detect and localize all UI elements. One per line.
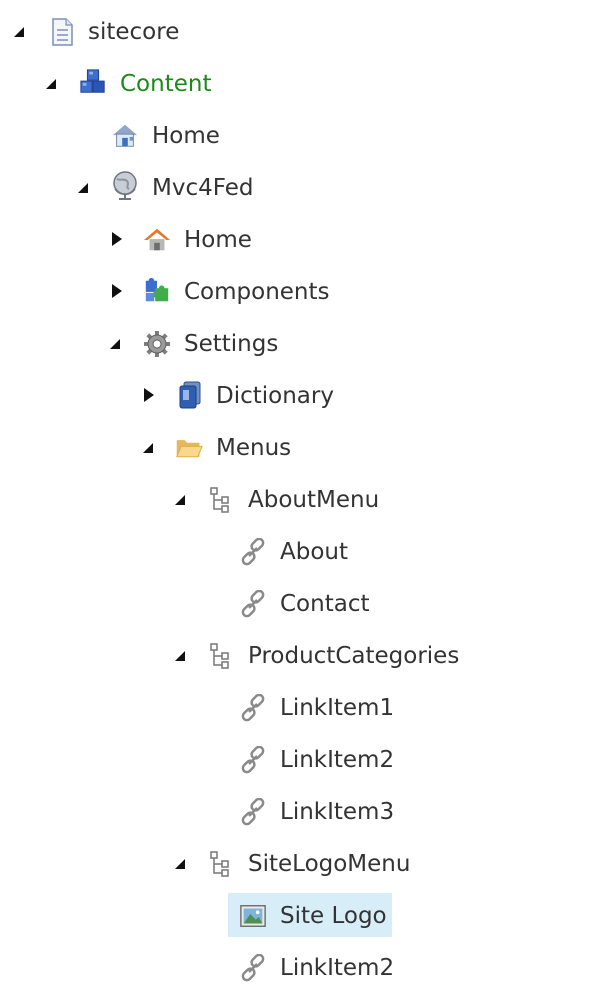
link-icon: [239, 590, 267, 618]
tree-node-label: Settings: [184, 331, 279, 357]
link-icon: [239, 954, 267, 982]
link-icon: [239, 538, 267, 566]
link-icon: [239, 694, 267, 722]
tree-node-label: Dictionary: [216, 383, 334, 409]
expanded-arrow-icon[interactable]: [12, 25, 26, 39]
tree-node-label: LinkItem1: [280, 695, 395, 721]
image-icon: [239, 902, 267, 930]
link-icon: [239, 798, 267, 826]
tree-node-label: Home: [184, 227, 252, 253]
expanded-arrow-icon[interactable]: [173, 857, 187, 871]
book-icon: [176, 381, 204, 409]
tree-node-label: LinkItem2: [280, 955, 395, 981]
puzzle-icon: [143, 277, 171, 305]
tree-node-label: Content: [120, 71, 212, 97]
collapsed-arrow-icon[interactable]: [110, 284, 124, 298]
tree-node-label: LinkItem2: [280, 747, 395, 773]
home-house-icon: [111, 122, 139, 150]
menu-tree-icon: [206, 642, 234, 670]
tree-node-label: ProductCategories: [248, 643, 460, 669]
expanded-arrow-icon[interactable]: [108, 337, 122, 351]
home-roof-icon: [143, 226, 171, 254]
gear-icon: [143, 330, 171, 358]
content-cubes-icon: [79, 68, 107, 96]
tree-node-label: About: [280, 539, 349, 565]
expanded-arrow-icon[interactable]: [173, 649, 187, 663]
expanded-arrow-icon[interactable]: [44, 77, 58, 91]
expanded-arrow-icon[interactable]: [141, 441, 155, 455]
tree-node-label: Components: [184, 279, 330, 305]
collapsed-arrow-icon[interactable]: [110, 232, 124, 246]
tree-node-label: sitecore: [88, 19, 180, 45]
link-icon: [239, 746, 267, 774]
menu-tree-icon: [206, 850, 234, 878]
menu-tree-icon: [206, 486, 234, 514]
tree-node-label: Site Logo: [280, 903, 387, 929]
tree-node-label: LinkItem3: [280, 799, 395, 825]
content-tree: sitecore Content Home Mvc4Fed Home Compo…: [0, 0, 593, 997]
tree-node-label: AboutMenu: [248, 487, 380, 513]
tree-node-label: Contact: [280, 591, 370, 617]
globe-icon: [111, 171, 139, 200]
tree-node-label: Mvc4Fed: [152, 175, 254, 201]
folder-icon: [175, 434, 203, 462]
tree-node-label: Menus: [216, 435, 292, 461]
tree-node-label: SiteLogoMenu: [248, 851, 411, 877]
expanded-arrow-icon[interactable]: [76, 181, 90, 195]
page-icon: [48, 18, 76, 46]
expanded-arrow-icon[interactable]: [173, 493, 187, 507]
collapsed-arrow-icon[interactable]: [142, 388, 156, 402]
tree-node-label: Home: [152, 123, 220, 149]
